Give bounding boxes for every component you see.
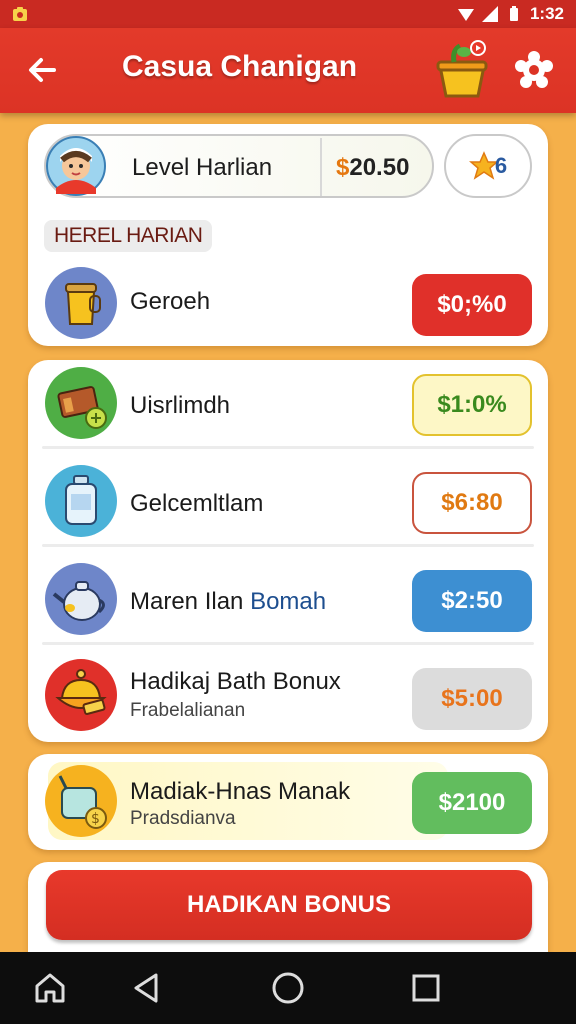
gear-icon[interactable] (514, 50, 554, 90)
list-item[interactable]: $ Madiak-Hnas Manak Pradsdianva $2100 (28, 764, 548, 842)
list-item[interactable]: Gelcemltlam $6:80 (28, 464, 548, 544)
package-icon (45, 367, 117, 439)
price-button[interactable]: $1:0% (412, 374, 532, 436)
circle-home-icon[interactable] (270, 970, 306, 1006)
item-title: Gelcemltlam (130, 490, 264, 517)
app-bar: Casua Chanigan (0, 28, 576, 113)
signal-icon (481, 6, 498, 22)
price-button[interactable]: $5:00 (412, 668, 532, 730)
jar-icon (45, 267, 117, 339)
bonus-item-card: $ Madiak-Hnas Manak Pradsdianva $2100 (28, 754, 548, 850)
status-indicators: 1:32 (457, 4, 564, 24)
arrow-left-icon[interactable] (24, 52, 60, 88)
section-tag: HEREL HARIAN (44, 220, 213, 252)
app-notification-icon (13, 7, 27, 21)
app-title: Casua Chanigan (122, 50, 358, 83)
divider (42, 446, 534, 449)
cup-icon: $ (45, 765, 117, 837)
price-button[interactable]: $0;%0 (412, 274, 532, 336)
battery-icon (509, 6, 518, 21)
daily-level-card: Level Harlian $20.50 6 HEREL HARIAN Gero… (28, 124, 548, 346)
items-card: Uisrlimdh $1:0% Gelcemltlam $6:80 Maren … (28, 360, 548, 742)
divider (42, 544, 534, 547)
level-label: Level Harlian (132, 154, 273, 181)
divider (42, 642, 534, 645)
star-count: 6 (494, 153, 508, 178)
list-item[interactable]: Hadikaj Bath Bonux Frabelalianan $5:00 (28, 658, 548, 738)
item-subtitle: Frabelalianan (130, 700, 246, 721)
wifi-icon (457, 9, 474, 21)
treasure-bowl-icon (45, 659, 117, 731)
price-button[interactable]: $2:50 (412, 570, 532, 632)
item-title: Maren Ilan Bomah (130, 588, 327, 615)
system-nav-bar (0, 952, 576, 1024)
bottle-icon (45, 465, 117, 537)
status-time: 1:32 (529, 4, 564, 23)
status-bar: 1:32 (0, 0, 576, 28)
list-item[interactable]: Maren Ilan Bomah $2:50 (28, 562, 548, 642)
bonus-button[interactable]: HADIKAN BONUS (46, 870, 532, 940)
level-value: $20.50 (336, 154, 410, 181)
triangle-back-icon[interactable] (128, 970, 164, 1006)
square-recents-icon[interactable] (408, 970, 444, 1006)
list-item[interactable]: Geroeh $0;%0 (28, 264, 548, 344)
item-title: Geroeh (130, 288, 211, 315)
teapot-icon (45, 563, 117, 635)
price-button[interactable]: $2100 (412, 772, 532, 834)
list-item[interactable]: Uisrlimdh $1:0% (28, 366, 548, 446)
item-title: Hadikaj Bath Bonux (130, 668, 341, 695)
star-count-pill[interactable]: 6 (444, 134, 532, 198)
level-pill[interactable]: Level Harlian $20.50 (44, 134, 434, 198)
price-button[interactable]: $6:80 (412, 472, 532, 534)
item-title: Madiak-Hnas Manak (130, 778, 351, 805)
item-subtitle: Pradsdianva (130, 808, 236, 829)
avatar (46, 136, 106, 196)
item-title: Uisrlimdh (130, 392, 231, 419)
home-icon[interactable] (32, 970, 68, 1006)
level-divider (320, 138, 322, 196)
svg-text:$: $ (91, 811, 100, 827)
shopping-basket-icon[interactable] (434, 40, 490, 100)
